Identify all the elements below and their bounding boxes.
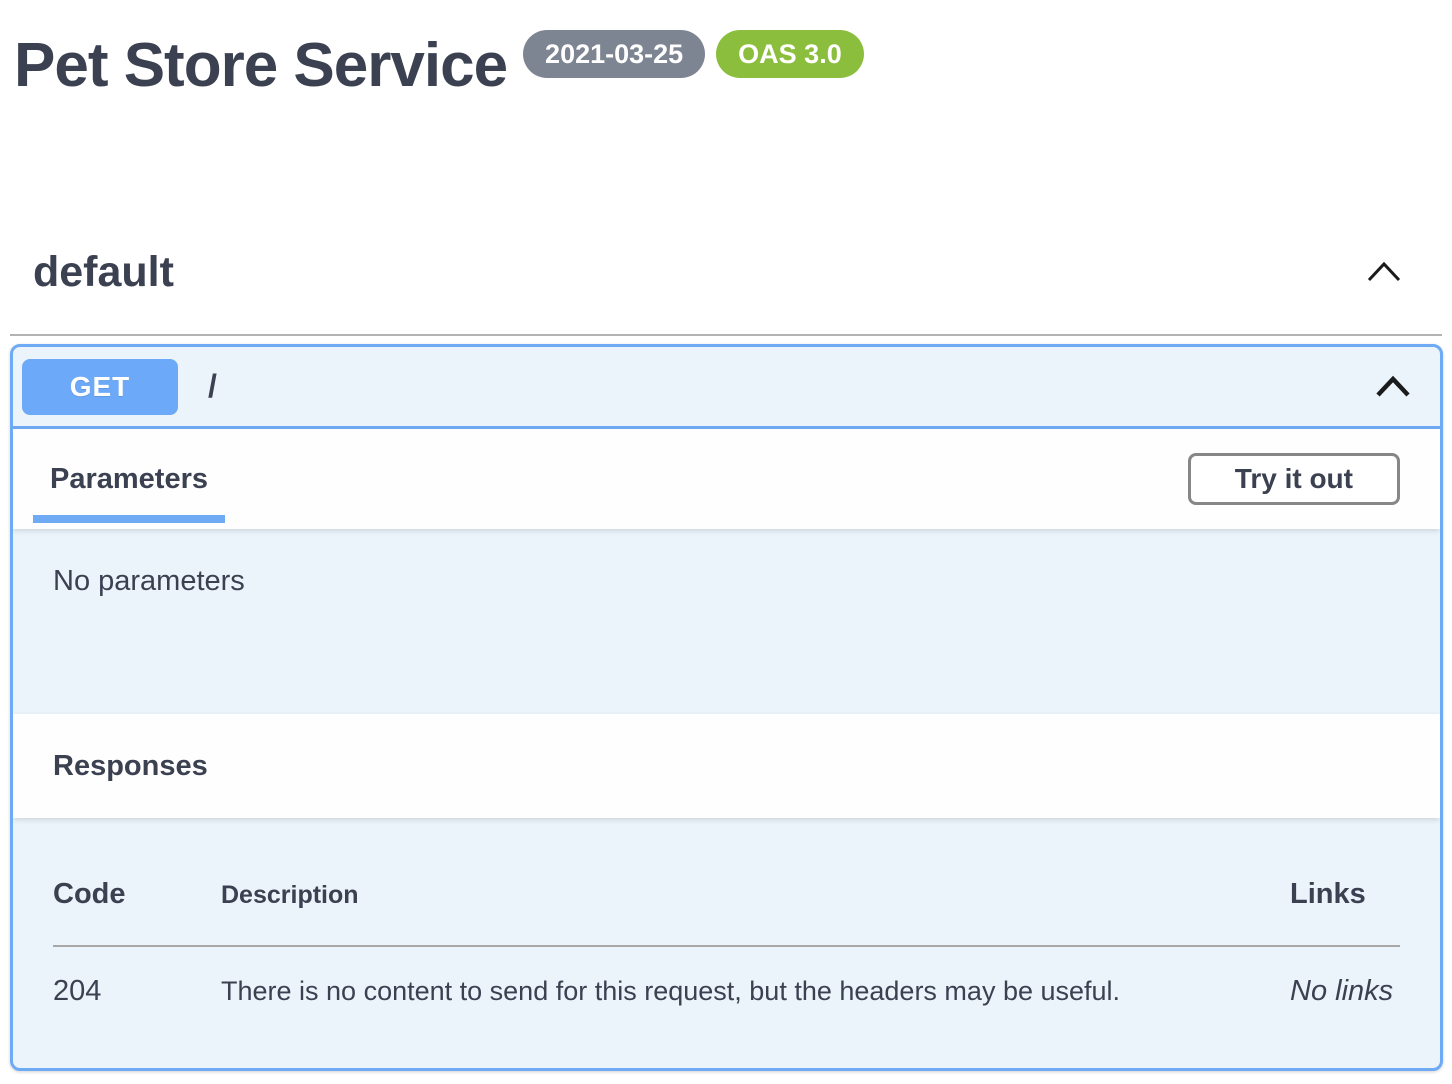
try-it-out-button[interactable]: Try it out [1188, 453, 1400, 505]
chevron-up-icon [1366, 260, 1402, 284]
page-title: Pet Store Service [14, 30, 507, 102]
table-row: 204 There is no content to send for this… [53, 975, 1400, 1008]
operation-path: / [208, 368, 1374, 405]
tab-parameters[interactable]: Parameters [33, 429, 225, 529]
oas-version-badge: OAS 3.0 [716, 30, 864, 78]
table-header-divider [53, 945, 1400, 947]
response-code: 204 [53, 975, 221, 1008]
badges: 2021-03-25 OAS 3.0 [523, 30, 864, 78]
response-description: There is no content to send for this req… [221, 975, 1290, 1007]
operation-collapse-button[interactable] [1374, 374, 1412, 400]
api-info-header: Pet Store Service 2021-03-25 OAS 3.0 [0, 0, 1452, 102]
responses-table: Code Description Links 204 There is no c… [53, 878, 1400, 1008]
no-parameters-text: No parameters [53, 565, 245, 597]
active-tab-indicator [33, 515, 225, 523]
response-links: No links [1290, 975, 1400, 1008]
tag-section-header[interactable]: default [0, 246, 1452, 298]
column-header-links: Links [1290, 878, 1400, 911]
http-method-badge: GET [22, 359, 178, 415]
responses-title: Responses [53, 750, 208, 783]
opblock-get-root: GET / Parameters Try it out No parameter… [10, 344, 1443, 1071]
column-header-description: Description [221, 878, 1290, 910]
responses-body: Code Description Links 204 There is no c… [13, 818, 1440, 1068]
chevron-up-icon [1374, 374, 1412, 400]
version-badge: 2021-03-25 [523, 30, 705, 78]
column-header-code: Code [53, 878, 221, 911]
section-divider [10, 334, 1442, 336]
parameters-section-header: Parameters Try it out [13, 429, 1440, 529]
operation-summary[interactable]: GET / [13, 347, 1440, 429]
tab-parameters-label: Parameters [50, 463, 208, 496]
tag-collapse-button[interactable] [1366, 260, 1402, 284]
responses-table-header-row: Code Description Links [53, 878, 1400, 911]
responses-section-header: Responses [13, 714, 1440, 818]
tag-title: default [33, 248, 174, 297]
parameters-body: No parameters [13, 529, 1440, 714]
